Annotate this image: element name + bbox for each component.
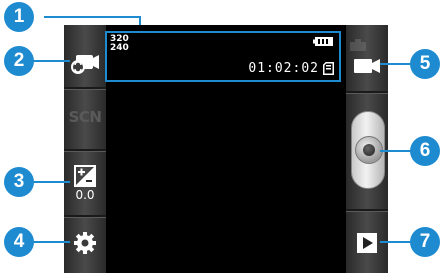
elapsed-time: 01:02:02 <box>248 61 319 76</box>
scene-mode-button[interactable]: SCN <box>64 91 106 143</box>
exposure-value: 0.0 <box>75 187 95 202</box>
left-divider-3 <box>64 215 106 218</box>
right-divider-1 <box>346 91 388 94</box>
callout-badge-1: 1 <box>4 2 34 32</box>
camcorder-viewfinder: SCN 0.0 320 240 01:02:02 <box>64 25 388 273</box>
callout-4-line <box>30 241 70 243</box>
callout-badge-3: 3 <box>4 167 34 197</box>
callout-2-line <box>30 60 70 62</box>
gallery-button[interactable] <box>346 223 388 263</box>
exposure-icon <box>74 164 96 187</box>
mode-switch-button[interactable] <box>346 45 388 87</box>
battery-icon <box>313 37 333 46</box>
callout-badge-7: 7 <box>410 227 440 257</box>
callout-1-line-horizontal <box>44 16 140 18</box>
callout-badge-2: 2 <box>4 46 34 76</box>
recording-info-panel: 320 240 01:02:02 <box>105 31 341 82</box>
exposure-button[interactable]: 0.0 <box>64 157 106 209</box>
right-divider-2 <box>346 209 388 212</box>
video-resolution: 320 240 <box>110 35 129 53</box>
resolution-height: 240 <box>110 43 129 53</box>
record-shutter-icon <box>355 136 383 164</box>
play-icon <box>357 233 377 253</box>
shutter-core <box>363 144 375 156</box>
left-divider-1 <box>64 87 106 90</box>
settings-button[interactable] <box>64 223 106 263</box>
switch-camera-icon <box>71 55 99 74</box>
callout-badge-5: 5 <box>410 49 440 79</box>
callout-3-line <box>30 181 70 183</box>
callout-badge-6: 6 <box>410 136 440 166</box>
callout-badge-4: 4 <box>4 227 34 257</box>
memory-card-icon <box>323 62 334 75</box>
camcorder-icon <box>354 59 380 73</box>
switch-camera-button[interactable] <box>64 43 106 83</box>
left-control-bar: SCN 0.0 <box>64 25 106 273</box>
gear-icon <box>74 232 96 254</box>
left-divider-2 <box>64 149 106 152</box>
scene-mode-label: SCN <box>68 108 102 126</box>
